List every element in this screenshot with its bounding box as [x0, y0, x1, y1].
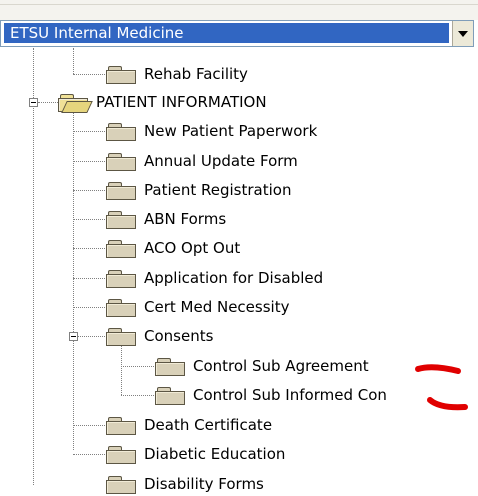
tree-item-label: Disability Forms	[144, 475, 264, 493]
tree-item-label: Consents	[144, 327, 214, 345]
folder-icon	[106, 122, 136, 141]
tree-item-new-patient-paperwork[interactable]: New Patient Paperwork	[106, 119, 317, 143]
tree-item-label: Diabetic Education	[144, 445, 286, 463]
folder-icon	[106, 181, 136, 200]
tree-item-label: Annual Update Form	[144, 152, 298, 170]
tree-item-abn-forms[interactable]: ABN Forms	[106, 207, 226, 231]
tree-item-label: ACO Opt Out	[144, 239, 241, 257]
tree-item-rehab-facility[interactable]: Rehab Facility	[106, 62, 248, 86]
folder-icon	[106, 269, 136, 288]
tree-item-annual-update-form[interactable]: Annual Update Form	[106, 149, 298, 173]
folder-icon	[106, 239, 136, 258]
tree-item-label: Death Certificate	[144, 416, 273, 434]
tree-item-diabetic-education[interactable]: Diabetic Education	[106, 442, 285, 466]
tree-item-patient-registration[interactable]: Patient Registration	[106, 178, 291, 202]
tree-item-label: Cert Med Necessity	[144, 298, 290, 316]
folder-icon	[155, 386, 185, 405]
tree-item-patient-information[interactable]: PATIENT INFORMATION	[58, 90, 267, 114]
tree-item-label: PATIENT INFORMATION	[96, 93, 267, 111]
tree-item-consents[interactable]: Consents	[106, 324, 213, 348]
tree-item-label: Patient Registration	[144, 181, 292, 199]
folder-icon	[106, 416, 136, 435]
folder-icon	[155, 357, 185, 376]
tree-item-control-sub-informed-con[interactable]: Control Sub Informed Con	[155, 383, 387, 407]
folder-icon	[106, 152, 136, 171]
tree-item-death-certificate[interactable]: Death Certificate	[106, 413, 272, 437]
collapse-icon[interactable]	[69, 332, 78, 341]
tree-item-application-for-disabled[interactable]: Application for Disabled	[106, 266, 323, 290]
folder-icon	[106, 298, 136, 317]
tree-item-control-sub-agreement[interactable]: Control Sub Agreement	[155, 354, 369, 378]
tree-item-label: ABN Forms	[144, 210, 227, 228]
folder-icon	[106, 445, 136, 464]
tree-item-label: New Patient Paperwork	[144, 122, 318, 140]
collapse-icon[interactable]	[29, 98, 38, 107]
tree-item-label: Rehab Facility	[144, 65, 248, 83]
folder-icon	[106, 65, 136, 84]
red-annotation-mark	[427, 397, 468, 411]
document-tree: Rehab Facility PATIENT INFORMATION New P…	[0, 0, 478, 494]
tree-item-disability-forms[interactable]: Disability Forms	[106, 472, 264, 496]
folder-icon	[106, 327, 136, 346]
folder-icon	[106, 210, 136, 229]
tree-item-cert-med-necessity[interactable]: Cert Med Necessity	[106, 295, 289, 319]
red-annotation-mark	[415, 364, 461, 374]
tree-item-label: Control Sub Informed Con	[193, 386, 387, 404]
tree-item-label: Control Sub Agreement	[193, 357, 369, 375]
folder-icon	[106, 475, 136, 494]
open-folder-icon	[58, 93, 93, 113]
tree-item-label: Application for Disabled	[144, 269, 324, 287]
tree-item-aco-opt-out[interactable]: ACO Opt Out	[106, 236, 240, 260]
